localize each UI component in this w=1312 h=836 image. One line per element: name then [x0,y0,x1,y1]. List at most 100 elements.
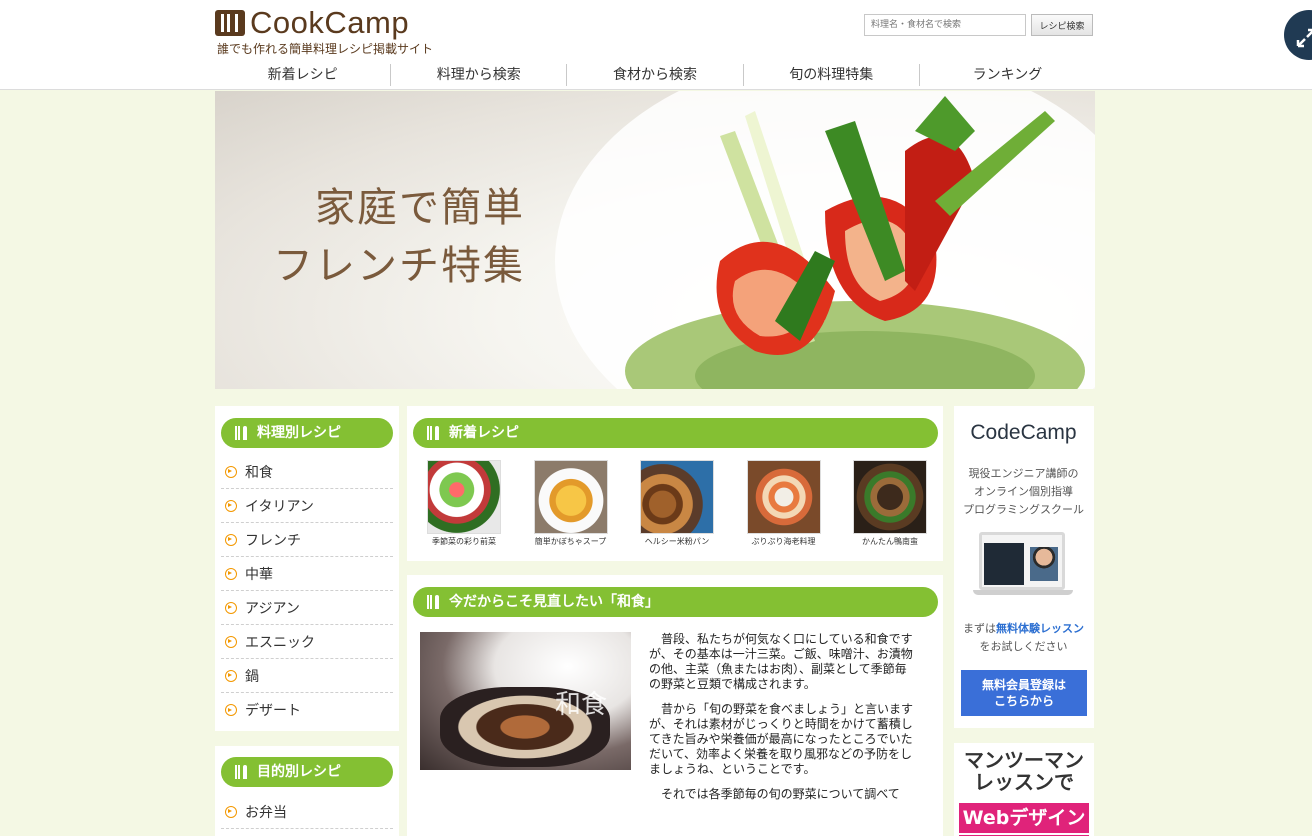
fork-knife-icon [235,765,249,779]
trial-link[interactable]: 無料体験レッスン [996,622,1084,635]
dish-section-header: 料理別レシピ [221,418,393,448]
signup-button-line1: 無料会員登録は [981,678,1066,692]
recipe-caption: ヘルシー米粉パン [644,537,710,546]
hero-title: 家庭で簡単 フレンチ特集 [260,179,525,295]
nav-search-by-ingredient[interactable]: 食材から検索 [567,64,744,86]
purpose-section-title: 目的別レシピ [257,764,341,780]
category-ethnic[interactable]: エスニック [221,625,393,659]
category-label: デザート [245,703,301,719]
arrow-bullet-icon [225,465,237,478]
nav-seasonal-feature[interactable]: 旬の料理特集 [744,64,920,86]
category-italian[interactable]: イタリアン [221,489,393,523]
hero-title-line1: 家庭で簡単 [315,185,525,231]
category-chinese[interactable]: 中華 [221,557,393,591]
codecamp-logo[interactable]: CodeCamp [963,421,1084,445]
washoku-image[interactable]: 和食 [420,632,631,770]
arrow-bullet-icon [225,499,237,512]
arrow-bullet-icon [225,635,237,648]
category-label: アジアン [245,600,300,617]
mantoman-line1: マンツーマン [964,748,1084,772]
laptop-screen [979,532,1065,590]
nav-search-by-dish[interactable]: 料理から検索 [391,64,568,86]
global-nav: 新着レシピ 料理から検索 食材から検索 旬の料理特集 ランキング [215,64,1095,86]
recipe-caption: 季節菜の彩り前菜 [432,537,496,546]
arrow-bullet-icon [225,567,237,580]
codecamp-desc-line: オンライン個別指導 [974,485,1073,498]
hero-title-line2: フレンチ特集 [273,243,525,289]
fork-knife-icon [427,595,441,609]
recipe-card[interactable]: ヘルシー米粉パン [635,460,719,547]
washoku-paragraph: それでは各季節毎の旬の野菜について調べて [661,787,900,801]
category-label: お弁当 [245,804,287,821]
category-label: エスニック [245,634,315,651]
washoku-body: 普段、私たちが何気なく口にしている和食ですが、その基本は一汁三菜。ご飯、味噌汁、… [649,632,917,812]
hero-banner[interactable]: 家庭で簡単 フレンチ特集 [215,91,1095,389]
category-french[interactable]: フレンチ [221,523,393,557]
recipe-card[interactable]: かんたん鴨南蛮 [848,460,932,547]
fork-knife-logo-icon [215,10,245,36]
dish-section-title: 料理別レシピ [257,425,341,441]
washoku-header: 今だからこそ見直したい「和食」 [413,587,938,617]
mantoman-ad-title: マンツーマン レッスンで [960,749,1088,793]
recipe-thumbnail [640,460,714,534]
signup-button-line2: こちらから [993,694,1054,708]
free-signup-button[interactable]: 無料会員登録は こちらから [961,670,1087,716]
site-tagline: 誰でも作れる簡単料理レシピ掲載サイト [217,42,434,56]
nav-ranking[interactable]: ランキング [920,64,1095,86]
new-recipes-title: 新着レシピ [449,425,519,441]
new-recipes-header: 新着レシピ [413,418,938,448]
category-bento[interactable]: お弁当 [221,795,393,829]
category-label: フレンチ [245,532,301,549]
codecamp-desc-line: プログラミングスクール [963,503,1084,516]
recipe-thumbnail [746,460,821,534]
recipe-card[interactable]: ぷりぷり海老料理 [742,460,826,547]
site-header: CookCamp 誰でも作れる簡単料理レシピ掲載サイト レシピ検索 新着レシピ … [0,0,1312,90]
recipe-thumbnail [853,460,927,534]
washoku-paragraph: 普段、私たちが何気なく口にしている和食ですが、その基本は一汁三菜。ご飯、味噌汁、… [649,632,913,691]
category-nabe[interactable]: 鍋 [221,659,393,693]
laptop-image [973,530,1073,600]
arrow-bullet-icon [225,704,237,716]
codecamp-description: 現役エンジニア講師の オンライン個別指導 プログラミングスクール [960,465,1087,519]
search-button[interactable]: レシピ検索 [1031,14,1093,36]
trial-prefix: まずは [963,622,996,635]
search-input[interactable] [864,14,1026,36]
category-dessert[interactable]: デザート [221,693,393,727]
recipe-card[interactable]: 季節菜の彩り前菜 [422,460,506,547]
arrow-bullet-icon [225,669,237,682]
search-form: レシピ検索 [864,14,1093,36]
category-label: 鍋 [245,668,259,685]
washoku-title: 今だからこそ見直したい「和食」 [449,594,659,610]
recipe-caption: かんたん鴨南蛮 [862,537,918,546]
code-editor-graphic [984,543,1024,585]
category-asian[interactable]: アジアン [221,591,393,625]
expand-arrows-icon [1296,28,1312,48]
purpose-category-list: お弁当 [221,795,393,829]
site-logo[interactable]: CookCamp [215,6,409,40]
category-label: 中華 [245,566,273,583]
arrow-bullet-icon [225,805,237,818]
trial-suffix: をお試しください [979,640,1068,653]
category-label: イタリアン [245,498,314,515]
category-washoku[interactable]: 和食 [221,455,393,489]
recipe-caption: 簡単かぼちゃスープ [534,537,607,546]
arrow-bullet-icon [225,533,237,546]
mantoman-line2: レッスンで [974,770,1074,794]
codecamp-desc-line: 現役エンジニア講師の [968,467,1079,480]
washoku-paragraph: 昔から「旬の野菜を食べましょう」と言いますが、それは素材がじっくりと時間をかけて… [649,702,914,776]
nav-new-recipes[interactable]: 新着レシピ [215,64,392,86]
category-label: 和食 [245,464,273,481]
mantoman-ad[interactable]: マンツーマン レッスンで Webデザイン [954,743,1094,836]
arrow-bullet-icon [225,601,237,614]
recipe-card[interactable]: 簡単かぼちゃスープ [529,460,613,547]
dish-category-list: 和食 イタリアン フレンチ 中華 アジアン エスニック 鍋 デザート [221,455,393,727]
logo-text: CookCamp [250,5,410,40]
fork-knife-icon [427,426,441,440]
instructor-avatar [1030,547,1058,581]
laptop-base [973,590,1073,595]
washoku-image-label: 和食 [555,690,608,720]
recipe-thumbnail [533,460,608,534]
recipe-caption: ぷりぷり海老料理 [751,537,816,546]
codecamp-trial-text: まずは無料体験レッスン をお試しください [960,620,1087,656]
mantoman-band: Webデザイン [959,803,1089,833]
